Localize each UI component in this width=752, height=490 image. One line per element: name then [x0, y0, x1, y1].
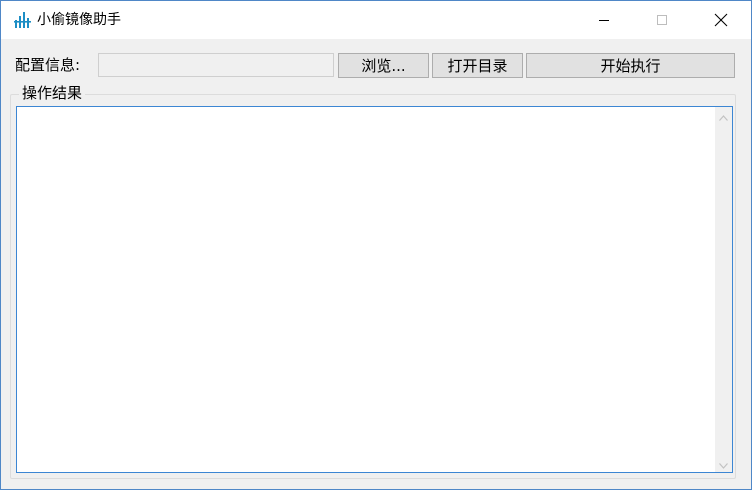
window-title: 小偷镜像助手 — [37, 12, 121, 28]
results-scrollbar[interactable] — [715, 107, 732, 472]
browse-button[interactable]: 浏览... — [338, 53, 429, 78]
results-textarea[interactable] — [16, 106, 733, 473]
start-execute-button[interactable]: 开始执行 — [526, 53, 735, 78]
close-button[interactable] — [698, 1, 744, 39]
minimize-button[interactable] — [581, 1, 627, 39]
chevron-down-icon — [719, 454, 728, 473]
maximize-icon — [656, 14, 668, 26]
config-label: 配置信息: — [15, 56, 81, 74]
config-path-input[interactable] — [98, 53, 334, 77]
app-window: 小偷镜像助手 配置信息: 浏览... 打开目录 开始执行 操作结果 — [0, 0, 752, 490]
maximize-button[interactable] — [639, 1, 685, 39]
scroll-down-button[interactable] — [715, 455, 732, 472]
scroll-up-button[interactable] — [715, 107, 732, 124]
open-directory-button[interactable]: 打开目录 — [432, 53, 523, 78]
minimize-icon — [598, 14, 610, 26]
chevron-up-icon — [719, 106, 728, 125]
close-icon — [714, 13, 728, 27]
title-bar[interactable]: 小偷镜像助手 — [1, 1, 751, 39]
window-bottom-edge — [1, 479, 751, 489]
results-group-label: 操作结果 — [19, 84, 86, 102]
app-logo-icon — [14, 12, 32, 28]
